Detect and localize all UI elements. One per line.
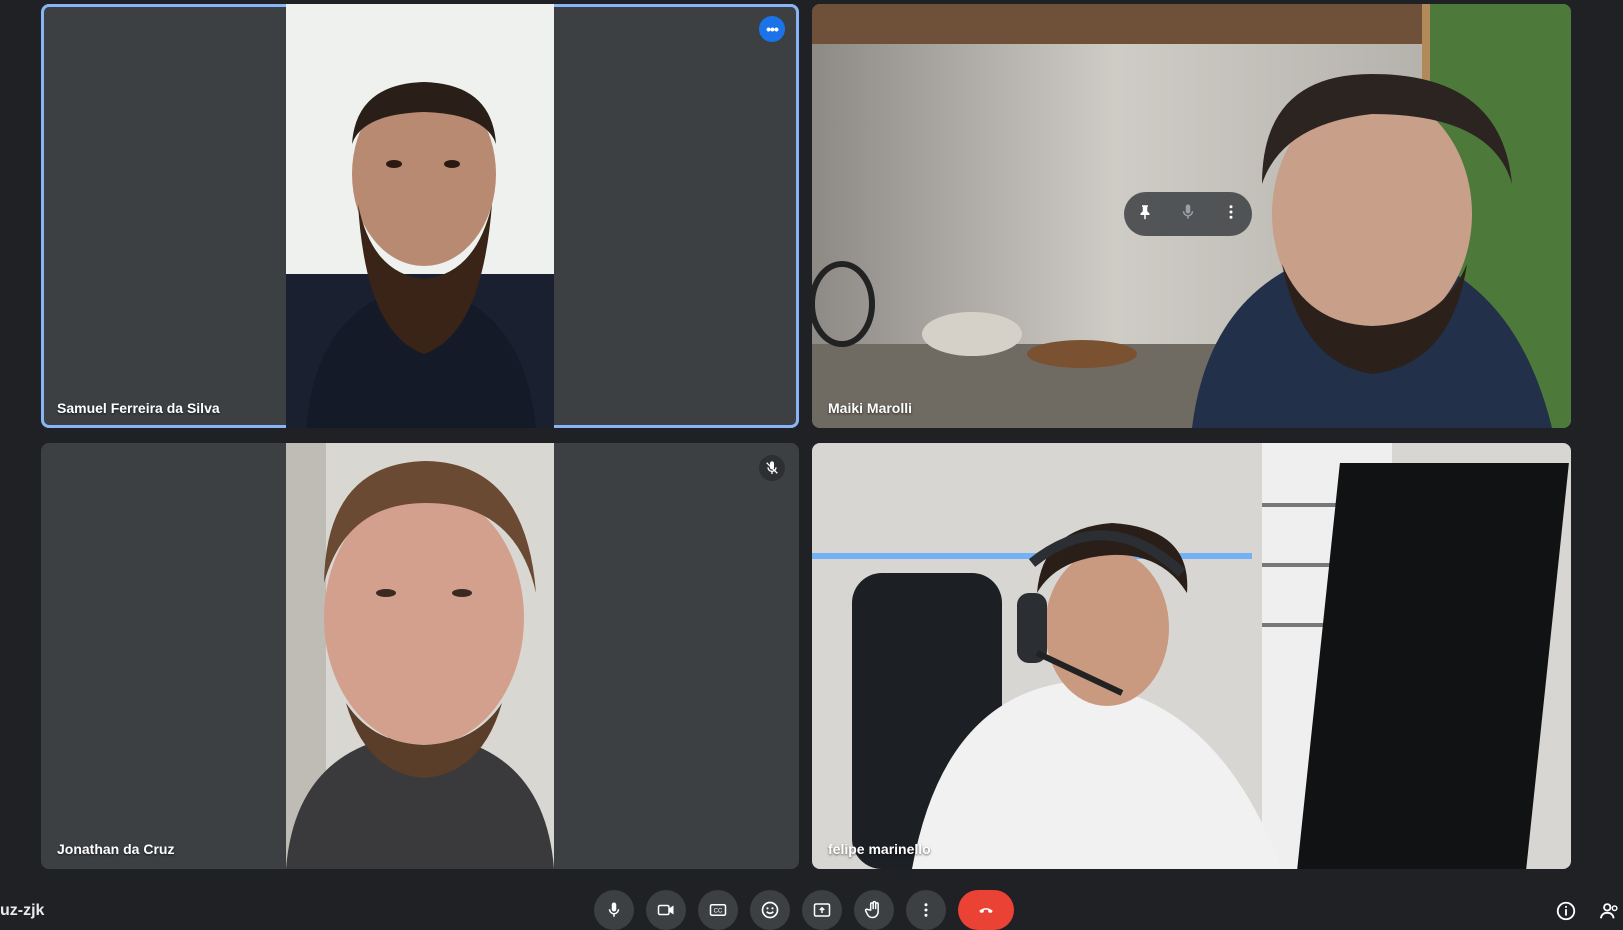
meeting-details-button[interactable] xyxy=(1553,898,1579,924)
camera-button[interactable] xyxy=(646,890,686,930)
more-options-button[interactable]: ••• xyxy=(759,16,785,42)
participant-name: Samuel Ferreira da Silva xyxy=(57,400,220,416)
tile-hover-actions xyxy=(1124,192,1252,236)
end-call-button[interactable] xyxy=(958,890,1014,930)
participant-tile-maiki[interactable]: Maiki Marolli xyxy=(812,4,1571,428)
participant-video xyxy=(286,443,554,869)
pin-icon[interactable] xyxy=(1136,203,1154,226)
mic-icon xyxy=(608,902,620,917)
camera-icon xyxy=(657,904,674,916)
more-vert-icon[interactable] xyxy=(1222,203,1240,226)
participant-tile-samuel[interactable]: ••• Samuel Ferreira da Silva xyxy=(41,4,799,428)
meeting-code: uz-zjk xyxy=(0,902,45,919)
mic-icon[interactable] xyxy=(1179,203,1197,226)
more-options-button[interactable] xyxy=(906,890,946,930)
participant-video xyxy=(812,443,1571,869)
raise-hand-icon xyxy=(864,900,879,919)
captions-button[interactable]: CC xyxy=(698,890,738,930)
raise-hand-button[interactable] xyxy=(854,890,894,930)
participant-tile-jonathan[interactable]: Jonathan da Cruz xyxy=(41,443,799,869)
present-button[interactable] xyxy=(802,890,842,930)
captions-icon: CC xyxy=(709,904,727,916)
present-icon xyxy=(813,903,831,917)
participant-tile-felipe[interactable]: felipe marinello xyxy=(812,443,1571,869)
info-icon xyxy=(1556,901,1576,921)
mic-off-icon xyxy=(759,455,785,481)
mic-button[interactable] xyxy=(594,890,634,930)
participant-name: Maiki Marolli xyxy=(828,400,913,416)
participant-name: felipe marinello xyxy=(828,841,931,857)
svg-text:CC: CC xyxy=(714,908,723,914)
more-options-dots: ••• xyxy=(766,21,779,37)
participant-name: Jonathan da Cruz xyxy=(57,841,175,857)
people-button[interactable] xyxy=(1597,898,1623,924)
participant-video xyxy=(286,4,554,428)
people-icon xyxy=(1599,903,1618,919)
more-vert-icon xyxy=(924,903,928,917)
end-call-icon xyxy=(979,908,993,913)
emoji-icon xyxy=(761,901,779,919)
emoji-button[interactable] xyxy=(750,890,790,930)
